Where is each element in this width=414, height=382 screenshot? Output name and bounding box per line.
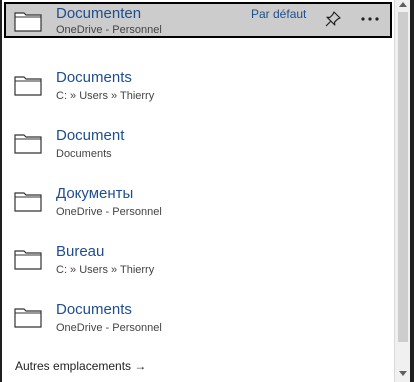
location-item-documenten[interactable]: Documenten OneDrive - Personnel Par défa… <box>4 2 392 38</box>
default-badge: Par défaut <box>251 7 307 21</box>
location-title: Documenten <box>56 5 142 22</box>
other-locations-link[interactable]: Autres emplacements → <box>15 359 146 373</box>
location-path: C: » Users » Thierry <box>56 90 155 102</box>
location-item-dokumenty[interactable]: Документы OneDrive - Personnel <box>4 185 391 239</box>
location-title: Document <box>56 127 125 144</box>
location-path: Documents <box>56 148 112 160</box>
folder-icon <box>14 250 42 270</box>
location-item-document[interactable]: Document Documents <box>4 127 391 181</box>
location-path: OneDrive - Personnel <box>56 206 162 218</box>
folder-icon <box>14 134 42 154</box>
folder-icon <box>14 308 42 328</box>
folder-icon <box>14 12 42 32</box>
location-item-documents-onedrive[interactable]: Documents OneDrive - Personnel <box>4 301 391 355</box>
scroll-thumb[interactable] <box>398 12 408 342</box>
location-item-documents-users[interactable]: Documents C: » Users » Thierry <box>4 69 391 123</box>
scroll-up-arrow-icon[interactable] <box>399 2 407 7</box>
pin-icon[interactable] <box>324 10 342 28</box>
scroll-down-arrow-icon[interactable] <box>399 371 407 376</box>
more-options-icon[interactable] <box>358 8 382 30</box>
location-path: OneDrive - Personnel <box>56 322 162 334</box>
location-path: OneDrive - Personnel <box>56 24 162 36</box>
location-title: Bureau <box>56 243 105 260</box>
window-edge <box>410 0 414 382</box>
folder-icon <box>14 192 42 212</box>
location-path: C: » Users » Thierry <box>56 264 155 276</box>
vertical-scrollbar[interactable] <box>394 0 411 382</box>
location-title: Documents <box>56 69 132 86</box>
save-location-panel: Documenten OneDrive - Personnel Par défa… <box>2 0 394 382</box>
location-item-bureau[interactable]: Bureau C: » Users » Thierry <box>4 243 391 297</box>
folder-icon <box>14 76 42 96</box>
location-title: Документы <box>56 185 134 202</box>
location-title: Documents <box>56 301 132 318</box>
